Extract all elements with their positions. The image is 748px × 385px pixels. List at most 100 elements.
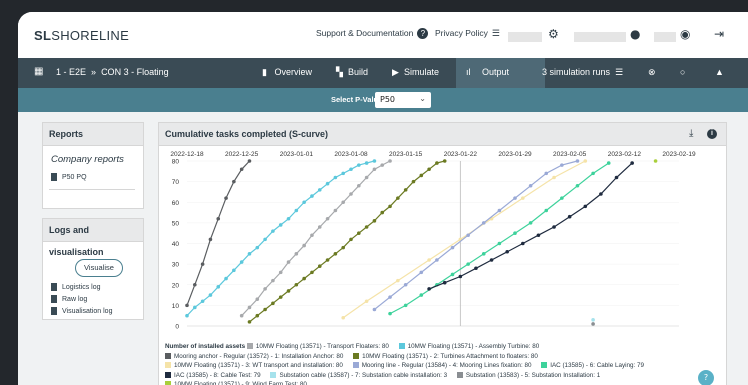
simulation-runs[interactable]: 3 simulation runs ☰ (542, 67, 623, 78)
circle-icon[interactable]: ○ (680, 67, 685, 77)
legend-item[interactable]: Substation cable (13587) - 7: Substation… (270, 372, 447, 379)
data-point (247, 159, 252, 163)
data-point (333, 208, 338, 213)
x-tick-label: 2022-12-18 (170, 151, 204, 158)
data-point (232, 179, 236, 184)
y-tick-label: 40 (172, 241, 180, 248)
data-point (310, 194, 314, 198)
download-icon[interactable]: ⤓ (689, 128, 693, 139)
legend-title: Number of installed assets (165, 343, 246, 350)
legend-swatch (246, 343, 253, 350)
data-point (427, 167, 431, 172)
data-point (271, 229, 275, 233)
bell-icon[interactable]: ▲ (715, 67, 724, 77)
legend-label: 10MW Floating (13571) - Transport Floate… (255, 343, 389, 350)
data-point (419, 293, 424, 297)
support-link[interactable]: Support & Documentation? (316, 28, 429, 40)
raw-log-link[interactable]: Raw log (51, 295, 87, 303)
data-point (364, 225, 369, 229)
legend-swatch (353, 352, 360, 359)
gear-icon[interactable]: ⚙ (548, 27, 559, 41)
legend-swatch (165, 352, 171, 359)
data-point (544, 171, 549, 176)
data-point (388, 295, 392, 299)
logistics-log-link[interactable]: Logistics log (51, 283, 101, 291)
privacy-link[interactable]: Privacy Policy ☰ (435, 28, 500, 39)
data-point (341, 171, 345, 176)
divider (49, 189, 135, 190)
data-point (591, 322, 595, 326)
tab-overview[interactable]: ▮ Overview (262, 67, 312, 78)
data-point (466, 233, 470, 238)
document-icon (51, 173, 57, 181)
data-point (521, 196, 525, 200)
data-point (247, 252, 252, 256)
toggle-icon[interactable]: ◉ (680, 27, 690, 41)
data-point (247, 320, 252, 324)
data-point (474, 266, 478, 271)
data-point (208, 293, 213, 297)
data-point (357, 183, 361, 188)
logout-icon[interactable]: ⇥ (714, 27, 724, 41)
company-reports-heading: Company reports (51, 154, 124, 165)
data-point (372, 167, 377, 172)
data-point (247, 305, 252, 310)
data-point (278, 223, 283, 227)
legend-item[interactable]: 10MW Floating (13571) - Transport Floate… (246, 343, 389, 350)
data-point (325, 258, 330, 262)
tab-simulate[interactable]: ▶ Simulate (392, 67, 439, 78)
legend-swatch (165, 371, 171, 378)
help-icon: ? (417, 28, 429, 40)
help-fab[interactable]: ? (698, 370, 714, 385)
breadcrumb[interactable]: 1 - E2E » CON 3 - Floating (56, 67, 169, 77)
legend-item[interactable]: 10MW Floating (13571) - 2: Turbines Atta… (353, 353, 538, 360)
visualise-button[interactable]: Visualise (75, 259, 123, 277)
legend-item[interactable]: Substation (13583) - 5: Substation Insta… (456, 372, 600, 379)
pvalue-bar: Select P-Value P50 ⌄ (18, 88, 748, 112)
x-tick-label: 2023-01-22 (444, 151, 478, 158)
data-point (442, 159, 447, 163)
data-point (294, 208, 299, 213)
legend-swatch (541, 362, 548, 369)
pvalue-select[interactable]: P50 ⌄ (375, 92, 431, 108)
data-point (357, 231, 361, 235)
data-point (349, 192, 353, 196)
overview-icon: ▮ (262, 67, 267, 77)
x-tick-label: 2022-12-25 (225, 151, 259, 158)
reports-title: Reports (43, 123, 143, 146)
grid-icon[interactable]: ▦ (34, 66, 43, 77)
data-point (364, 161, 369, 165)
legend-item[interactable]: 10MW Floating (13571) - 3: WT transport … (165, 362, 343, 369)
data-point (489, 258, 494, 262)
info-icon[interactable]: i (707, 129, 717, 139)
legend-item[interactable]: Mooring anchor - Regular (13572) - 1: In… (165, 353, 343, 360)
data-point (419, 173, 424, 178)
legend-item[interactable]: 10MW Floating (13571) - Assembly Turbine… (398, 343, 540, 350)
close-icon[interactable]: ⊗ (648, 67, 656, 78)
data-point (513, 196, 517, 200)
legend-item[interactable]: 10MW Floating (13571) - 9: Wind Farm Tes… (165, 381, 307, 385)
y-tick-label: 80 (172, 159, 180, 166)
build-icon: ▚ (336, 67, 343, 77)
data-point (442, 280, 447, 285)
data-point (317, 225, 322, 229)
legend-label: 10MW Floating (13571) - Assembly Turbine… (407, 343, 540, 350)
legend-item[interactable]: Mooring line - Regular (13584) - 4: Moor… (352, 362, 531, 369)
data-point (193, 282, 197, 287)
user-field (508, 32, 542, 42)
data-point (349, 167, 353, 172)
data-point (372, 307, 377, 312)
tab-build[interactable]: ▚ Build (336, 67, 368, 78)
legend-item[interactable]: IAC (13585) - 8: Cable Test: 79 (165, 372, 261, 379)
data-point (552, 175, 556, 180)
tab-output[interactable]: ıl Output (456, 58, 545, 88)
legend-item[interactable]: IAC (13585) - 6: Cable Laying: 79 (541, 362, 644, 369)
user-icon[interactable]: ● (630, 27, 640, 41)
data-point (591, 318, 595, 322)
report-link[interactable]: P50 PQ (51, 173, 87, 181)
status-field (654, 32, 676, 42)
visualisation-log-link[interactable]: Visualisation log (51, 307, 112, 315)
logo[interactable]: SLSHORELINE (34, 28, 129, 43)
x-tick-label: 2023-02-19 (662, 151, 696, 158)
data-point (403, 303, 408, 308)
